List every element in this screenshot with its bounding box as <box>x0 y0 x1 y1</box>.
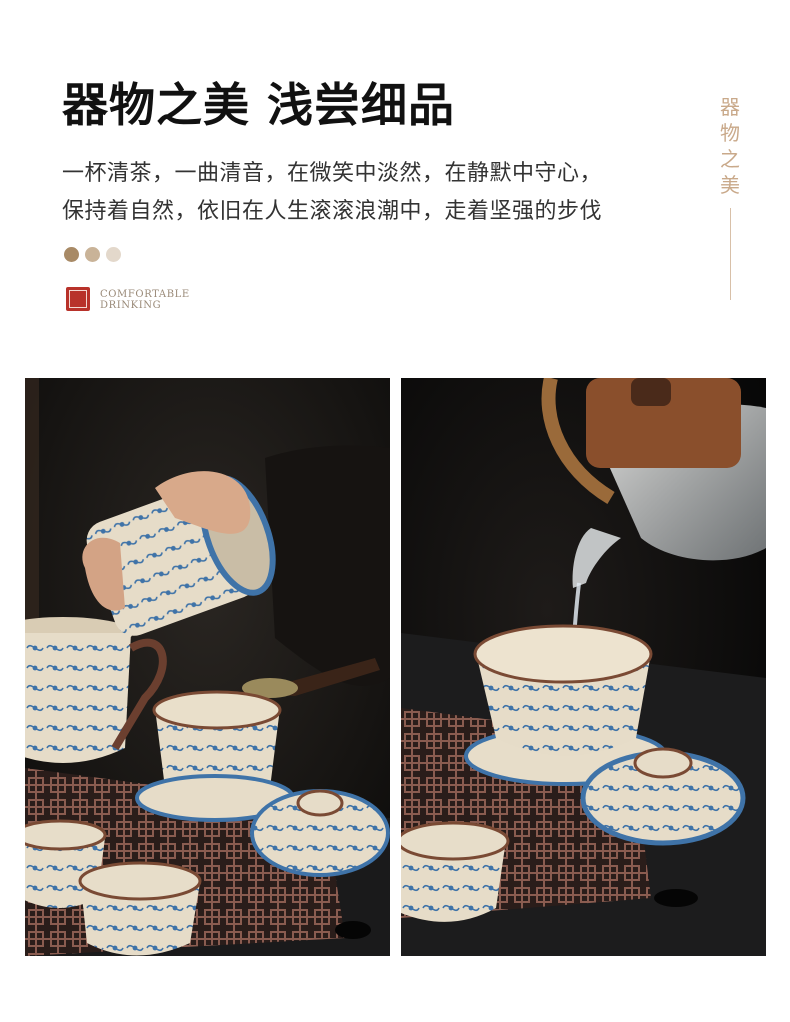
intro-line-2: 保持着自然，依旧在人生滚滚浪潮中，走着坚强的步伐 <box>62 199 603 224</box>
side-char: 美 <box>720 173 740 197</box>
side-vertical-label: 器 物 之 美 <box>718 94 742 198</box>
seal-stamp-icon <box>66 287 90 311</box>
side-char: 之 <box>720 147 740 171</box>
english-caption: COMFORTABLE DRINKING <box>100 289 190 311</box>
color-dot <box>64 247 79 262</box>
color-dots <box>64 247 121 262</box>
color-dot <box>85 247 100 262</box>
side-divider-line <box>730 208 731 300</box>
photo-tea-caddy <box>25 378 390 956</box>
color-dot <box>106 247 121 262</box>
photo-pouring-kettle <box>401 378 766 956</box>
intro-line-1: 一杯清茶，一曲清音，在微笑中淡然，在静默中守心， <box>62 161 603 186</box>
english-caption-line-1: COMFORTABLE <box>100 289 190 300</box>
english-caption-line-2: DRINKING <box>100 300 162 311</box>
side-char: 物 <box>720 121 740 145</box>
page-title: 器物之美 浅尝细品 <box>62 78 456 132</box>
side-char: 器 <box>720 95 740 119</box>
